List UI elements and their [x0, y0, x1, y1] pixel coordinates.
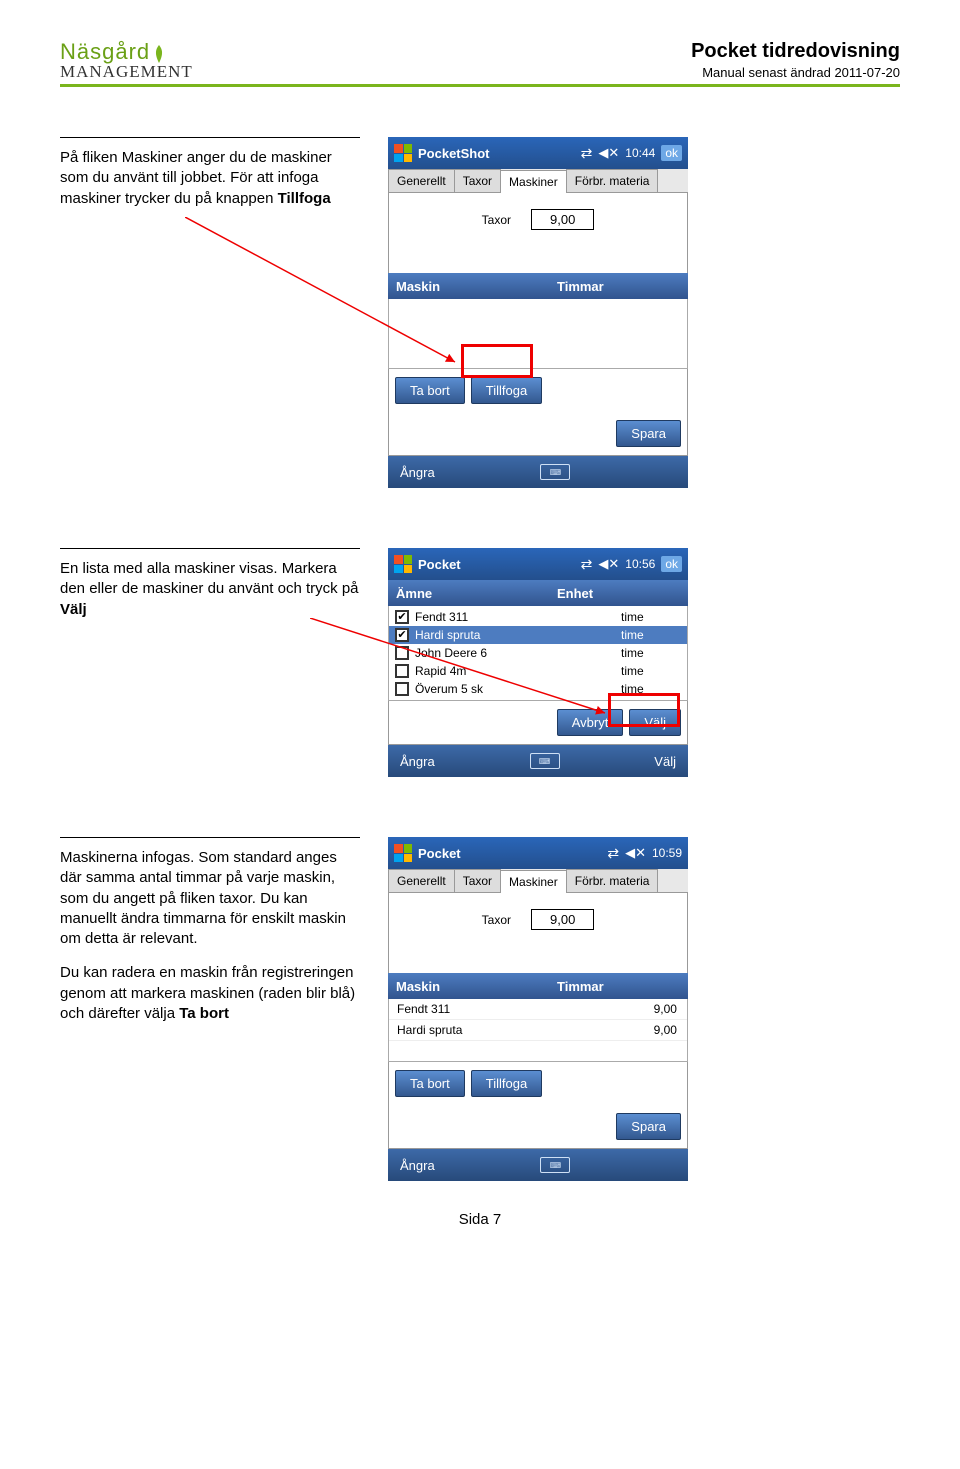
checkbox-icon[interactable] — [395, 682, 409, 696]
list-item[interactable]: Fendt 311time — [389, 608, 687, 626]
keyboard-icon[interactable]: ⌨ — [530, 753, 560, 769]
windows-flag-icon — [394, 555, 412, 573]
volume-icon: ◀✕ — [598, 556, 619, 572]
spara-button[interactable]: Spara — [616, 1113, 681, 1140]
page-footer: Sida 7 — [60, 1211, 900, 1228]
grid-body: Fendt 3119,00 Hardi spruta9,00 — [388, 999, 688, 1062]
volume-icon: ◀✕ — [598, 145, 619, 161]
table-row[interactable]: Hardi spruta9,00 — [389, 1020, 687, 1041]
checkbox-icon[interactable] — [395, 610, 409, 624]
tillfoga-button[interactable]: Tillfoga — [471, 377, 542, 404]
document-header: Näsgård MANAGEMENT Pocket tidredovisning… — [60, 40, 900, 87]
bottombar-angra[interactable]: Ångra — [400, 465, 435, 480]
logo-text-bottom: MANAGEMENT — [60, 63, 193, 80]
machine-list: Fendt 311time Hardi sprutatime John Deer… — [388, 606, 688, 701]
ta-bort-button[interactable]: Ta bort — [395, 1070, 465, 1097]
ta-bort-button[interactable]: Ta bort — [395, 377, 465, 404]
page-subtitle: Manual senast ändrad 2011-07-20 — [691, 65, 900, 80]
avbryt-button[interactable]: Avbryt — [557, 709, 624, 736]
section-3: Maskinerna infogas. Som standard anges d… — [60, 837, 900, 1181]
grid-header: ÄmneEnhet — [388, 580, 688, 606]
tab-generellt[interactable]: Generellt — [388, 169, 455, 192]
network-icon: ⇄ — [607, 845, 619, 862]
tab-maskiner[interactable]: Maskiner — [500, 870, 567, 893]
ok-button[interactable]: ok — [661, 145, 682, 161]
statusbar-time: 10:59 — [652, 846, 682, 860]
table-row[interactable]: Fendt 3119,00 — [389, 999, 687, 1020]
screenshot-1: PocketShot ⇄ ◀✕ 10:44 ok Generellt Taxor… — [388, 137, 688, 488]
section-2: En lista med alla maskiner visas. Marker… — [60, 548, 900, 777]
network-icon: ⇄ — [581, 145, 593, 162]
section-1: På fliken Maskiner anger du de maskiner … — [60, 137, 900, 488]
grid-body-empty — [388, 299, 688, 369]
tillfoga-button[interactable]: Tillfoga — [471, 1070, 542, 1097]
instruction-text-3: Maskinerna infogas. Som standard anges d… — [60, 837, 360, 1181]
statusbar-title: PocketShot — [418, 146, 575, 161]
leaf-icon — [152, 45, 166, 63]
statusbar-title: Pocket — [418, 557, 575, 572]
statusbar-time: 10:56 — [625, 557, 655, 571]
list-item[interactable]: Hardi sprutatime — [389, 626, 687, 644]
list-item[interactable]: Rapid 4mtime — [389, 662, 687, 680]
tab-bar: Generellt Taxor Maskiner Förbr. materia — [388, 169, 688, 193]
list-item[interactable]: Överum 5 sktime — [389, 680, 687, 698]
tab-taxor[interactable]: Taxor — [454, 169, 501, 192]
tab-forbr-materia[interactable]: Förbr. materia — [566, 169, 659, 192]
tab-bar: Generellt Taxor Maskiner Förbr. materia — [388, 869, 688, 893]
checkbox-icon[interactable] — [395, 664, 409, 678]
bottombar-angra[interactable]: Ångra — [400, 754, 435, 769]
bottombar-angra[interactable]: Ångra — [400, 1158, 435, 1173]
spara-button[interactable]: Spara — [616, 420, 681, 447]
screenshot-3: Pocket ⇄ ◀✕ 10:59 Generellt Taxor Maskin… — [388, 837, 688, 1181]
field-label-taxor: Taxor — [482, 213, 511, 227]
checkbox-icon[interactable] — [395, 646, 409, 660]
field-value-taxor[interactable]: 9,00 — [531, 909, 594, 930]
instruction-text-1: På fliken Maskiner anger du de maskiner … — [60, 137, 360, 488]
network-icon: ⇄ — [581, 556, 593, 573]
windows-flag-icon — [394, 144, 412, 162]
statusbar-time: 10:44 — [625, 146, 655, 160]
list-item[interactable]: John Deere 6time — [389, 644, 687, 662]
statusbar-title: Pocket — [418, 846, 601, 861]
valj-button[interactable]: Välj — [629, 709, 681, 736]
bottombar-valj[interactable]: Välj — [654, 754, 676, 769]
logo: Näsgård MANAGEMENT — [60, 41, 193, 80]
page-title: Pocket tidredovisning — [691, 40, 900, 63]
tab-maskiner[interactable]: Maskiner — [500, 170, 567, 193]
grid-header: MaskinTimmar — [388, 273, 688, 299]
windows-flag-icon — [394, 844, 412, 862]
tab-taxor[interactable]: Taxor — [454, 869, 501, 892]
field-value-taxor[interactable]: 9,00 — [531, 209, 594, 230]
keyboard-icon[interactable]: ⌨ — [540, 1157, 570, 1173]
ok-button[interactable]: ok — [661, 556, 682, 572]
field-label-taxor: Taxor — [482, 913, 511, 927]
instruction-text-2: En lista med alla maskiner visas. Marker… — [60, 548, 360, 777]
tab-generellt[interactable]: Generellt — [388, 869, 455, 892]
tab-forbr-materia[interactable]: Förbr. materia — [566, 869, 659, 892]
grid-header: MaskinTimmar — [388, 973, 688, 999]
logo-text-top: Näsgård — [60, 41, 150, 63]
keyboard-icon[interactable]: ⌨ — [540, 464, 570, 480]
screenshot-2: Pocket ⇄ ◀✕ 10:56 ok ÄmneEnhet Fendt 311… — [388, 548, 688, 777]
checkbox-icon[interactable] — [395, 628, 409, 642]
volume-icon: ◀✕ — [625, 845, 646, 861]
